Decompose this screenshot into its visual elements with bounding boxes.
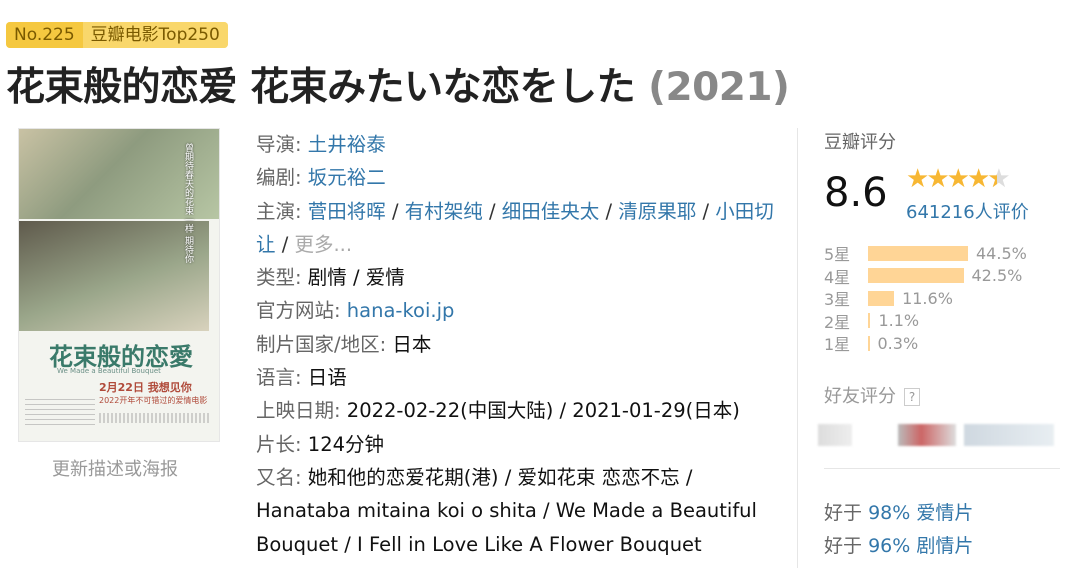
runtime-row: 片长: 124分钟 bbox=[256, 432, 385, 456]
better-prefix: 好于 bbox=[824, 535, 863, 557]
dist-bar bbox=[868, 313, 871, 329]
dist-row: 3星 11.6% bbox=[824, 287, 1064, 310]
cast-more-link[interactable]: 更多... bbox=[294, 233, 352, 256]
poster-side-text: 曾期待春天的花束一样 期待你 bbox=[183, 143, 193, 263]
writer-link[interactable]: 坂元裕二 bbox=[308, 166, 386, 189]
better-prefix: 好于 bbox=[824, 502, 863, 524]
dist-label: 1星 bbox=[824, 335, 851, 355]
cast-link[interactable]: 有村架纯 bbox=[405, 200, 483, 223]
dist-percent: 11.6% bbox=[902, 288, 953, 308]
release-label: 上映日期 bbox=[256, 399, 335, 423]
help-icon[interactable]: ? bbox=[904, 388, 920, 406]
dist-bar bbox=[868, 245, 968, 261]
dist-label: 4星 bbox=[824, 267, 851, 287]
aka-label: 又名 bbox=[256, 465, 296, 489]
genre-value: 剧情 / 爱情 bbox=[307, 266, 405, 290]
rating-panel: 豆瓣评分 8.6 ★★★★★ 641216人评价 5星 44.5% 4星 42.… bbox=[818, 128, 1064, 557]
runtime-label: 片长 bbox=[256, 432, 296, 456]
dist-percent: 0.3% bbox=[877, 333, 919, 353]
cast-link[interactable]: 清原果耶 bbox=[618, 200, 696, 223]
aka-value-2: Hanataba mitaina koi o shita / We Made a… bbox=[256, 499, 757, 523]
dist-row: 5星 44.5% bbox=[824, 242, 1064, 265]
dist-row: 1星 0.3% bbox=[824, 332, 1064, 355]
country-value: 日本 bbox=[392, 332, 432, 356]
rating-score: 8.6 bbox=[824, 170, 888, 216]
writer-row: 编剧: 坂元裕二 bbox=[256, 166, 386, 190]
better-genre-link[interactable]: 爱情片 bbox=[916, 502, 973, 524]
cast-row: 主演: 菅田将晖 / 有村架纯 / 细田佳央太 / 清原果耶 / 小田切让 / … bbox=[256, 199, 774, 256]
country-label: 制片国家/地区 bbox=[256, 332, 380, 356]
dist-row: 4星 42.5% bbox=[824, 265, 1064, 288]
rating-label: 豆瓣评分 bbox=[824, 132, 896, 153]
poster-date: 2月22日 我想见你 bbox=[99, 381, 192, 394]
friends-rating-label: 好友评分 bbox=[824, 386, 896, 407]
friends-avatars-blurred bbox=[818, 424, 1054, 446]
poster-subtitle: We Made a Beautiful Bouquet bbox=[57, 367, 161, 375]
country-row: 制片国家/地区: 日本 bbox=[256, 332, 432, 356]
section-divider bbox=[797, 128, 798, 568]
movie-title: 花束般的恋爱 花束みたいな恋をした bbox=[6, 65, 636, 110]
site-label: 官方网站 bbox=[256, 299, 335, 323]
rating-distribution: 5星 44.5% 4星 42.5% 3星 11.6% 2星 1.1% 1星 0.… bbox=[824, 242, 1064, 355]
poster-tagline: 2022开年不可错过的爱情电影 bbox=[99, 396, 208, 405]
release-row: 上映日期: 2022-02-22(中国大陆) / 2021-01-29(日本) bbox=[256, 399, 740, 423]
aka-value-3: Bouquet / I Fell in Love Like A Flower B… bbox=[256, 532, 702, 556]
page-title: 花束般的恋爱 花束みたいな恋をした (2021) bbox=[6, 56, 790, 112]
aka-value-1: 她和他的恋爱花期(港) / 爱如花束 恋恋不忘 / bbox=[307, 465, 693, 489]
official-site-link[interactable]: hana-koi.jp bbox=[347, 299, 455, 322]
dist-label: 2星 bbox=[824, 312, 851, 332]
rating-stars-icon: ★★★★★ bbox=[906, 164, 1011, 194]
dist-percent: 42.5% bbox=[971, 266, 1023, 286]
movie-info: 导演: 土井裕泰 编剧: 坂元裕二 主演: 菅田将晖 / 有村架纯 / 细田佳央… bbox=[256, 128, 776, 561]
director-row: 导演: 土井裕泰 bbox=[256, 133, 386, 156]
poster-image[interactable]: 曾期待春天的花束一样 期待你 花束般的恋愛 We Made a Beautifu… bbox=[18, 128, 220, 442]
genre-label: 类型 bbox=[256, 266, 296, 290]
better-pct-link[interactable]: 98% bbox=[868, 502, 910, 524]
language-value: 日语 bbox=[307, 366, 347, 390]
top250-badge[interactable]: No.225 豆瓣电影Top250 bbox=[6, 22, 228, 48]
language-label: 语言 bbox=[256, 366, 296, 390]
top250-link[interactable]: 豆瓣电影Top250 bbox=[82, 22, 228, 48]
cast-link[interactable]: 菅田将晖 bbox=[308, 200, 386, 223]
movie-year: (2021) bbox=[648, 65, 790, 110]
update-poster-link[interactable]: 更新描述或海报 bbox=[52, 455, 178, 481]
language-row: 语言: 日语 bbox=[256, 366, 347, 390]
poster-credits bbox=[25, 399, 95, 429]
poster-logos bbox=[99, 413, 209, 423]
better-than-row: 好于 98% 爱情片 bbox=[824, 498, 973, 525]
writer-label: 编剧 bbox=[256, 166, 296, 190]
director-label: 导演 bbox=[256, 133, 296, 156]
release-value: 2022-02-22(中国大陆) / 2021-01-29(日本) bbox=[346, 399, 740, 423]
rank-badge: No.225 bbox=[6, 22, 83, 48]
better-genre-link[interactable]: 剧情片 bbox=[916, 535, 973, 557]
runtime-value: 124分钟 bbox=[307, 432, 385, 456]
dist-bar bbox=[868, 268, 964, 284]
friends-rating: 好友评分? bbox=[824, 382, 920, 408]
cast-label: 主演 bbox=[256, 199, 296, 223]
dist-bar bbox=[868, 290, 895, 306]
votes-link[interactable]: 641216人评价 bbox=[906, 198, 1029, 224]
dist-row: 2星 1.1% bbox=[824, 310, 1064, 333]
cast-link[interactable]: 细田佳央太 bbox=[502, 200, 600, 223]
rating-divider bbox=[824, 468, 1060, 469]
genre-row: 类型: 剧情 / 爱情 bbox=[256, 266, 405, 290]
dist-label: 5星 bbox=[824, 245, 851, 265]
dist-percent: 44.5% bbox=[976, 243, 1027, 263]
director-link[interactable]: 土井裕泰 bbox=[308, 133, 386, 156]
aka-row: 又名: 她和他的恋爱花期(港) / 爱如花束 恋恋不忘 / bbox=[256, 465, 693, 489]
site-row: 官方网站: hana-koi.jp bbox=[256, 299, 455, 323]
dist-bar bbox=[868, 335, 870, 351]
better-than-row: 好于 96% 剧情片 bbox=[824, 531, 973, 558]
dist-percent: 1.1% bbox=[878, 311, 920, 331]
dist-label: 3星 bbox=[824, 290, 851, 310]
better-pct-link[interactable]: 96% bbox=[868, 535, 910, 557]
